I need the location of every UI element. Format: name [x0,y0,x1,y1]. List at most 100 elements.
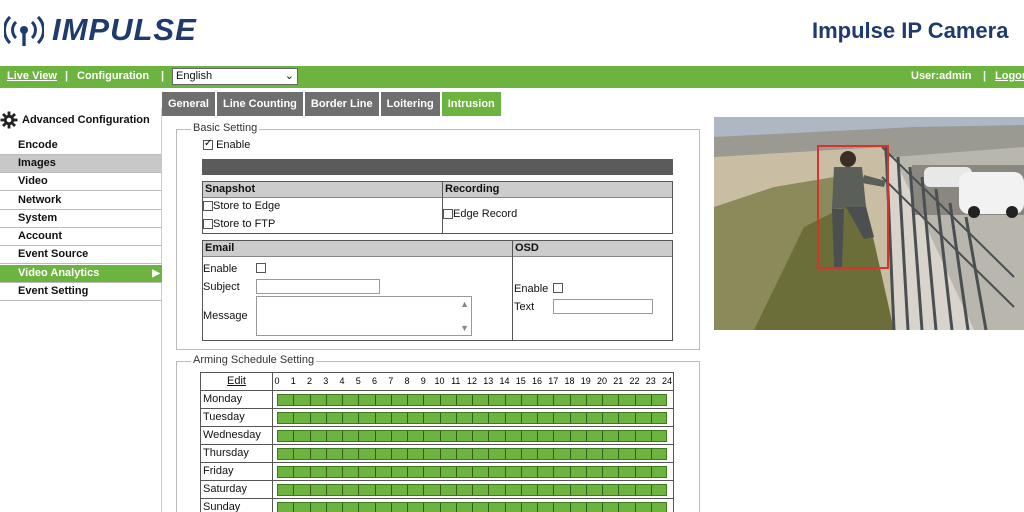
email-message-textarea[interactable]: ▲ ▼ [256,296,472,336]
schedule-hour-tick [374,413,376,423]
schedule-hour-tick [472,467,473,477]
schedule-hour-tick [650,503,652,512]
osd-title: OSD [513,241,672,257]
store-to-edge-option[interactable]: Store to Edge [203,200,280,212]
sidebar-item-event-setting[interactable]: Event Setting [0,283,162,301]
schedule-hour-tick [520,413,522,423]
tab-line-counting[interactable]: Line Counting [216,92,303,116]
schedule-hour-tick [569,431,571,441]
schedule-hour-tick [504,449,506,459]
osd-enable-label: Enable [514,283,549,295]
store-to-edge-label: Store to Edge [213,200,281,212]
schedule-hour-tick [293,395,295,405]
schedule-hour-tick [488,503,490,512]
basic-setting-legend: Basic Setting [191,122,260,134]
schedule-hour-tick [407,395,408,405]
schedule-time-bar[interactable] [277,466,667,478]
schedule-hour-tick [553,485,555,495]
schedule-hour-tick [455,467,457,477]
schedule-hour-tick [455,503,457,512]
sidebar-item-network[interactable]: Network [0,192,162,210]
schedule-time-bar[interactable] [277,502,667,512]
sidebar-item-event-source[interactable]: Event Source [0,246,162,264]
store-to-ftp-checkbox[interactable] [203,219,213,230]
schedule-hour-tick [325,431,327,441]
schedule-hour-label: 6 [371,376,378,386]
tab-intrusion[interactable]: Intrusion [441,92,501,116]
enable-checkbox[interactable] [203,138,213,151]
schedule-hour-tick [374,485,376,495]
logout-link[interactable]: Logout [995,70,1024,82]
schedule-hour-tick [293,467,295,477]
scroll-up-icon[interactable]: ▲ [460,299,469,309]
schedule-hour-tick [325,467,327,477]
schedule-hour-tick [504,395,506,405]
separator-bar [202,159,673,175]
schedule-row: Wednesday [201,427,673,445]
schedule-hour-label: 16 [531,376,543,386]
logo-wordmark: IMPULSE [52,12,197,47]
email-enable-checkbox[interactable] [256,263,266,273]
schedule-time-bar[interactable] [277,412,667,424]
schedule-hour-tick [325,503,327,512]
schedule-hour-tick [602,467,603,477]
sidebar-item-video[interactable]: Video [0,173,162,191]
sidebar: Advanced Configuration Encode Images Vid… [0,108,162,512]
nav-separator: | [65,70,69,82]
schedule-hour-tick [602,485,603,495]
schedule-hour-tick [472,413,473,423]
schedule-hour-tick [358,485,360,495]
schedule-hour-tick [309,467,311,477]
sidebar-item-system[interactable]: System [0,210,162,228]
email-subject-input[interactable] [256,279,380,294]
schedule-hour-tick [488,485,490,495]
edge-record-checkbox[interactable] [443,209,453,220]
scroll-down-icon[interactable]: ▼ [460,323,469,333]
schedule-time-bar[interactable] [277,430,667,442]
schedule-hour-tick [472,503,473,512]
store-to-ftp-option[interactable]: Store to FTP [203,218,275,230]
language-select[interactable]: English ⌄ [172,68,298,85]
schedule-row: Tuesday [201,409,673,427]
sidebar-item-account[interactable]: Account [0,228,162,246]
gear-icon [0,111,18,129]
osd-text-input[interactable] [553,299,653,314]
intrusion-enable[interactable]: Enable [203,138,250,151]
schedule-edit-link[interactable]: Edit [201,373,273,391]
live-view-link[interactable]: Live View [7,70,57,82]
sidebar-item-video-analytics[interactable]: Video Analytics ▶ [0,265,162,283]
schedule-hour-tick [423,449,425,459]
store-to-edge-checkbox[interactable] [203,201,213,212]
schedule-hour-tick [488,413,490,423]
tab-loitering[interactable]: Loitering [380,92,440,116]
schedule-day-label: Thursday [201,445,273,463]
schedule-time-bar[interactable] [277,448,667,460]
schedule-hour-tick [325,413,327,423]
schedule-hour-label: 11 [451,376,461,386]
schedule-hour-tick [407,467,408,477]
schedule-hour-tick [537,485,538,495]
schedule-hour-label: 3 [323,376,329,386]
sidebar-item-images[interactable]: Images [0,155,162,173]
schedule-hour-tick [618,449,620,459]
schedule-hour-label: 0 [274,376,280,386]
edge-record-option[interactable]: Edge Record [443,208,517,220]
schedule-hour-tick [407,413,408,423]
tab-general[interactable]: General [162,92,215,116]
schedule-hour-tick [602,449,603,459]
schedule-hour-tick [390,395,392,405]
tab-border-line[interactable]: Border Line [304,92,379,116]
schedule-hour-tick [439,413,441,423]
osd-enable-checkbox[interactable] [553,283,563,293]
schedule-time-bar[interactable] [277,484,667,496]
camera-preview [714,92,1024,330]
schedule-hour-tick [293,413,295,423]
schedule-hour-tick [553,431,555,441]
configuration-link[interactable]: Configuration [77,70,149,82]
schedule-hour-label: 17 [548,376,559,386]
schedule-time-bar[interactable] [277,394,667,406]
sidebar-item-encode[interactable]: Encode [0,137,162,155]
schedule-hour-label: 9 [420,376,426,386]
schedule-hour-tick [309,395,311,405]
schedule-hour-tick [342,431,343,441]
